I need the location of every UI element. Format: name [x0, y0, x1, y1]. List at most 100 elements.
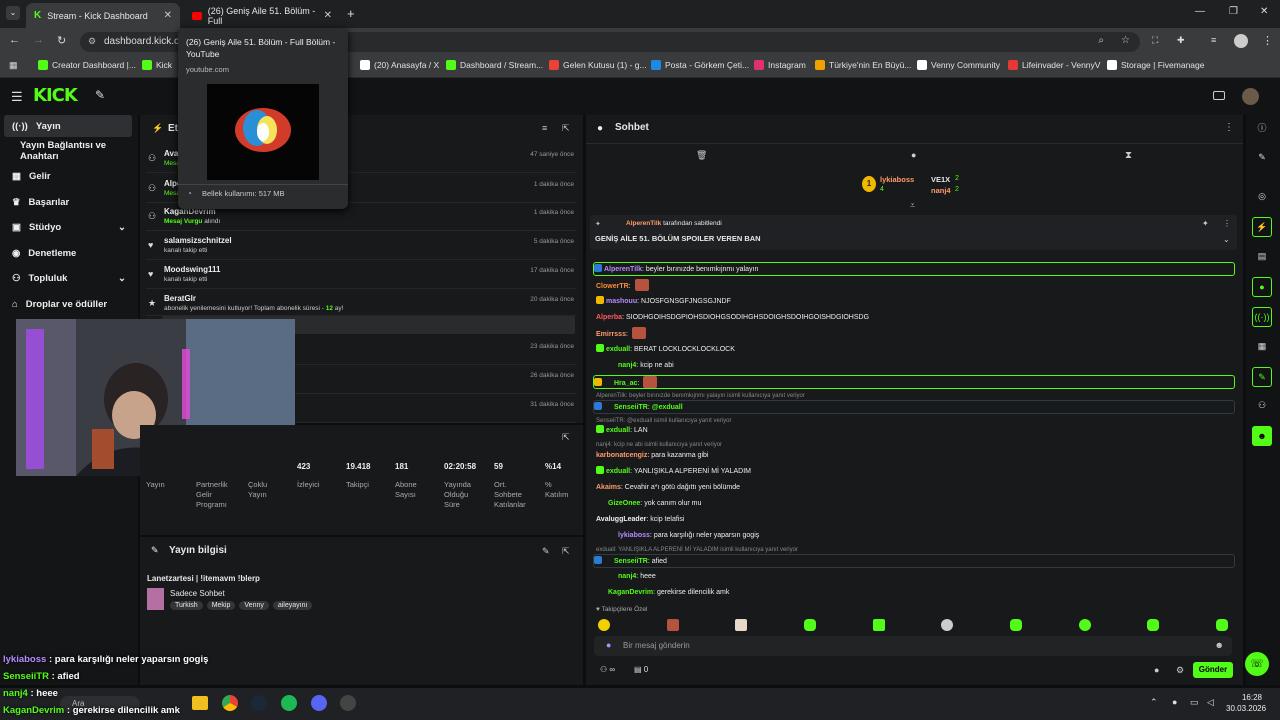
monitor-icon[interactable]: ▭ — [1190, 697, 1199, 708]
chat-username[interactable]: AvaluggLeader — [596, 516, 646, 523]
tag-chip[interactable]: aileyayını — [272, 601, 313, 610]
puzzle-icon[interactable]: ✚ — [1177, 35, 1185, 46]
bookmark-item[interactable]: Storage | Fivemanage — [1107, 60, 1204, 70]
profile-avatar[interactable] — [1234, 34, 1248, 48]
broadcast-icon[interactable]: ((·)) — [1252, 307, 1272, 327]
chat-username[interactable]: exduall — [606, 346, 630, 353]
clipboard-icon[interactable]: ▤ — [1252, 247, 1272, 267]
site-info-icon[interactable]: ⚙ — [88, 36, 96, 47]
delete-count-icon[interactable]: ▤ 0 — [634, 665, 648, 674]
emoji-icon[interactable]: ☻ — [1215, 640, 1224, 650]
popout-icon[interactable]: ⇱ — [562, 432, 570, 443]
sidebar-item-basarilar[interactable]: ♛ Başarılar — [4, 191, 132, 213]
edit-icon[interactable]: ✎ — [542, 546, 550, 557]
bookmark-item[interactable]: Posta - Görkem Çeti... — [651, 60, 749, 70]
volume-icon[interactable]: ◁ — [1207, 697, 1214, 708]
steam-icon[interactable] — [251, 695, 267, 711]
tag-chip[interactable]: Venny — [239, 601, 269, 610]
emote-icon[interactable] — [1215, 619, 1228, 631]
emote-icon[interactable] — [872, 619, 885, 631]
tray-chevron-icon[interactable]: ⌃ — [1150, 697, 1158, 708]
microphone-icon[interactable]: ● — [1172, 697, 1177, 707]
file-explorer-icon[interactable] — [192, 696, 208, 710]
chat-username[interactable]: GizeOnee — [608, 500, 640, 507]
reload-icon[interactable]: ↻ — [57, 34, 66, 47]
chat-username[interactable]: SenseiiTR — [614, 558, 648, 565]
new-tab-icon[interactable]: + — [347, 6, 355, 21]
discord-icon[interactable] — [311, 695, 327, 711]
kick-logo[interactable]: KICK — [33, 85, 78, 106]
zoom-icon[interactable]: ⌕ — [1098, 35, 1104, 46]
edit-icon[interactable]: ✎ — [1252, 148, 1272, 168]
sidebar-item-topluluk[interactable]: ⚇ Topluluk ⌄ — [4, 267, 132, 289]
chat-username[interactable]: nanj4 — [618, 573, 636, 580]
chat-username[interactable]: AlperenTilk — [604, 266, 642, 273]
filter-icon[interactable]: ≡ — [542, 123, 547, 133]
emote-icon[interactable] — [941, 619, 954, 631]
tag-chip[interactable]: Mekip — [206, 601, 236, 610]
chat-username[interactable]: Alperba — [596, 314, 622, 321]
avatar-icon[interactable]: ☻ — [1252, 426, 1272, 446]
chat-username[interactable]: Emirrsss — [596, 331, 626, 338]
chrome-icon[interactable] — [222, 695, 238, 711]
chat-username[interactable]: exduall — [606, 468, 630, 475]
bookmark-item[interactable]: Kick — [142, 60, 172, 70]
trash-icon[interactable]: 🗑 — [696, 150, 707, 161]
viewers-share-icon[interactable]: ⚇ ∞ — [600, 665, 615, 674]
popout-icon[interactable]: ⇱ — [562, 123, 570, 134]
window-close-icon[interactable]: ✕ — [1260, 6, 1268, 17]
bookmark-item[interactable]: Instagram — [754, 60, 806, 70]
sidebar-item-gelir[interactable]: ▦ Gelir — [4, 165, 132, 187]
send-button[interactable]: Gönder — [1193, 662, 1233, 678]
chat-bubble-icon[interactable]: ● — [1252, 277, 1272, 297]
extension-icon[interactable]: ⛶ — [1152, 35, 1158, 46]
pinned-menu-icon[interactable]: ⋮ — [1223, 219, 1231, 228]
message-icon[interactable]: ● — [911, 150, 916, 160]
popout-icon[interactable]: ⇱ — [562, 546, 570, 557]
bookmark-item[interactable]: Dashboard / Stream... — [446, 60, 543, 70]
bookmark-item[interactable]: Lifeinvader - VennyV — [1008, 60, 1100, 70]
emote-icon[interactable] — [1147, 619, 1160, 631]
lightning-icon[interactable]: ⚡ — [1252, 217, 1272, 237]
restore-icon[interactable]: ❐ — [1229, 6, 1238, 17]
unpin-icon[interactable]: ✦ — [1202, 219, 1209, 228]
chat-username[interactable]: ClowerTR — [596, 283, 629, 290]
browser-menu-icon[interactable]: ⋮ — [1262, 34, 1273, 47]
chat-username[interactable]: lykiaboss — [618, 532, 650, 539]
back-icon[interactable]: ← — [9, 34, 20, 46]
emote-icon[interactable] — [1078, 619, 1091, 631]
spotify-icon[interactable] — [281, 695, 297, 711]
bookmark-item[interactable]: Creator Dashboard |... — [38, 60, 136, 70]
info-icon[interactable]: ⓘ — [1252, 119, 1272, 139]
chat-username[interactable]: Akaims — [596, 484, 621, 491]
community-icon[interactable]: ⚇ — [1252, 396, 1272, 416]
tab-search-icon[interactable]: ⌄ — [6, 6, 20, 20]
chat-input[interactable]: ● Bir mesaj gönderin ☻ — [594, 636, 1232, 656]
sidebar-item-stream-key[interactable]: Yayın Bağlantısı ve Anahtarı — [4, 140, 132, 162]
chat-username[interactable]: karbonatcengiz — [596, 452, 647, 459]
media-icon[interactable]: ≡ — [1211, 35, 1216, 45]
emote-icon[interactable] — [666, 619, 679, 631]
emote-icon[interactable] — [598, 619, 610, 631]
bookmark-star-icon[interactable]: ☆ — [1121, 35, 1130, 46]
apps-grid-icon[interactable]: ▦ — [9, 60, 18, 71]
chevron-down-icon[interactable]: ⌄ — [1223, 235, 1230, 244]
close-tab-icon[interactable]: ✕ — [164, 10, 172, 21]
chat-bubble-icon[interactable]: ● — [1154, 665, 1159, 675]
microphone-icon[interactable]: ● — [606, 640, 611, 650]
user-avatar[interactable] — [1242, 88, 1259, 105]
layers-icon[interactable]: ▦ — [1252, 337, 1272, 357]
sidebar-item-yayin[interactable]: ((·)) Yayın — [4, 115, 132, 137]
taskbar-clock[interactable]: 16:28 30.03.2026 — [1226, 692, 1266, 714]
close-tab-icon[interactable]: ✕ — [324, 10, 332, 21]
stream-category[interactable]: Sadece Sohbet — [170, 589, 225, 598]
tab-kick-dashboard[interactable]: K Stream - Kick Dashboard ✕ — [26, 3, 180, 28]
chat-username[interactable]: KaganDevrim — [608, 589, 653, 596]
tab-youtube[interactable]: (26) Geniş Aile 51. Bölüm - Full ✕ — [184, 3, 340, 28]
emote-icon[interactable] — [735, 619, 748, 631]
emote-icon[interactable] — [803, 619, 816, 631]
chat-username[interactable]: Hra_ac — [614, 380, 637, 387]
chat-menu-icon[interactable]: ⋮ — [1224, 122, 1234, 133]
chat-username[interactable]: exduall — [606, 427, 630, 434]
emote-icon[interactable] — [1009, 619, 1022, 631]
